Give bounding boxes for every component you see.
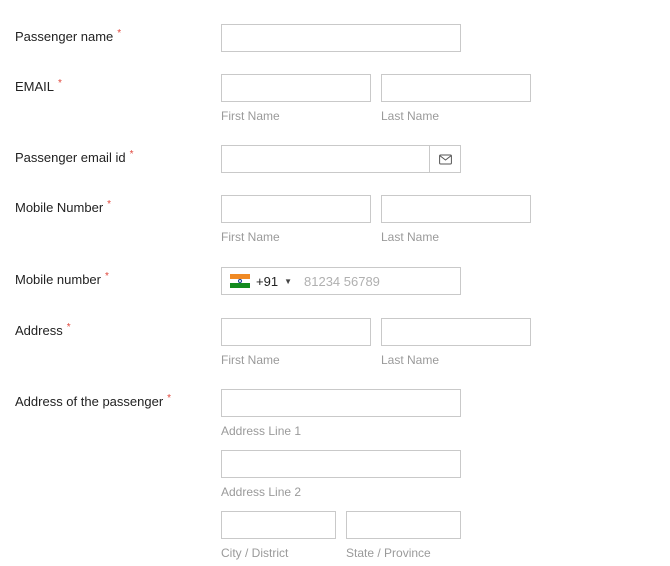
mobile-number-label: Mobile number * [15, 271, 109, 287]
state-input[interactable] [347, 512, 460, 538]
email-last-name-field[interactable] [381, 74, 531, 102]
mobile-last-name-hint: Last Name [381, 230, 440, 244]
required-marker: * [58, 78, 62, 89]
address-first-name-hint: First Name [221, 353, 280, 367]
passenger-email-label-text: Passenger email id [15, 150, 126, 165]
passenger-email-input[interactable] [222, 146, 430, 172]
email-first-name-hint: First Name [221, 109, 280, 123]
email-last-name-input[interactable] [382, 75, 530, 101]
mobile-first-name-field[interactable] [221, 195, 371, 223]
india-flag-icon [230, 274, 250, 289]
state-hint: State / Province [346, 546, 431, 560]
passenger-address-label-text: Address of the passenger [15, 394, 164, 409]
email-first-name-input[interactable] [222, 75, 370, 101]
address-name-label-text: Address [15, 323, 63, 338]
address-name-label: Address * [15, 322, 71, 338]
mobile-first-name-hint: First Name [221, 230, 280, 244]
address-line1-input[interactable] [222, 390, 460, 416]
address-last-name-field[interactable] [381, 318, 531, 346]
city-input[interactable] [222, 512, 335, 538]
address-line2-input[interactable] [222, 451, 460, 477]
mobile-number-name-label-text: Mobile Number [15, 200, 104, 215]
mobile-last-name-input[interactable] [382, 196, 530, 222]
required-marker: * [117, 28, 122, 39]
envelope-icon [438, 154, 452, 164]
address-first-name-input[interactable] [222, 319, 370, 345]
passenger-name-input[interactable] [222, 25, 460, 51]
passenger-name-label-text: Passenger name [15, 29, 114, 44]
mobile-first-name-input[interactable] [222, 196, 370, 222]
mobile-number-field[interactable]: +91 ▼ [221, 267, 461, 295]
email-first-name-field[interactable] [221, 74, 371, 102]
required-marker: * [105, 271, 109, 282]
dial-code: +91 [256, 273, 279, 289]
state-field[interactable] [346, 511, 461, 539]
phone-number-input[interactable] [296, 268, 460, 294]
passenger-name-field[interactable] [221, 24, 461, 52]
email-icon-cell [429, 146, 460, 172]
required-marker: * [167, 393, 172, 404]
mobile-last-name-field[interactable] [381, 195, 531, 223]
caret-down-icon: ▼ [284, 276, 292, 286]
required-marker: * [66, 322, 71, 333]
mobile-number-name-label: Mobile Number * [15, 199, 112, 215]
passenger-email-field[interactable] [221, 145, 461, 173]
address-last-name-input[interactable] [382, 319, 530, 345]
email-last-name-hint: Last Name [381, 109, 440, 123]
required-marker: * [107, 199, 112, 210]
mobile-number-label-text: Mobile number [15, 272, 101, 287]
passenger-address-label: Address of the passenger * [15, 393, 172, 409]
phone-input-wrapper [296, 268, 460, 294]
email-label-text: EMAIL [15, 79, 55, 94]
address-line2-hint: Address Line 2 [221, 485, 302, 499]
passenger-name-label: Passenger name * [15, 28, 122, 44]
country-code-selector[interactable]: +91 ▼ [230, 268, 292, 294]
required-marker: * [129, 149, 134, 160]
address-line1-hint: Address Line 1 [221, 424, 302, 438]
address-line2-field[interactable] [221, 450, 461, 478]
city-hint: City / District [221, 546, 289, 560]
email-label: EMAIL * [15, 78, 62, 94]
address-last-name-hint: Last Name [381, 353, 440, 367]
address-first-name-field[interactable] [221, 318, 371, 346]
city-field[interactable] [221, 511, 336, 539]
passenger-email-label: Passenger email id * [15, 149, 134, 165]
address-line1-field[interactable] [221, 389, 461, 417]
